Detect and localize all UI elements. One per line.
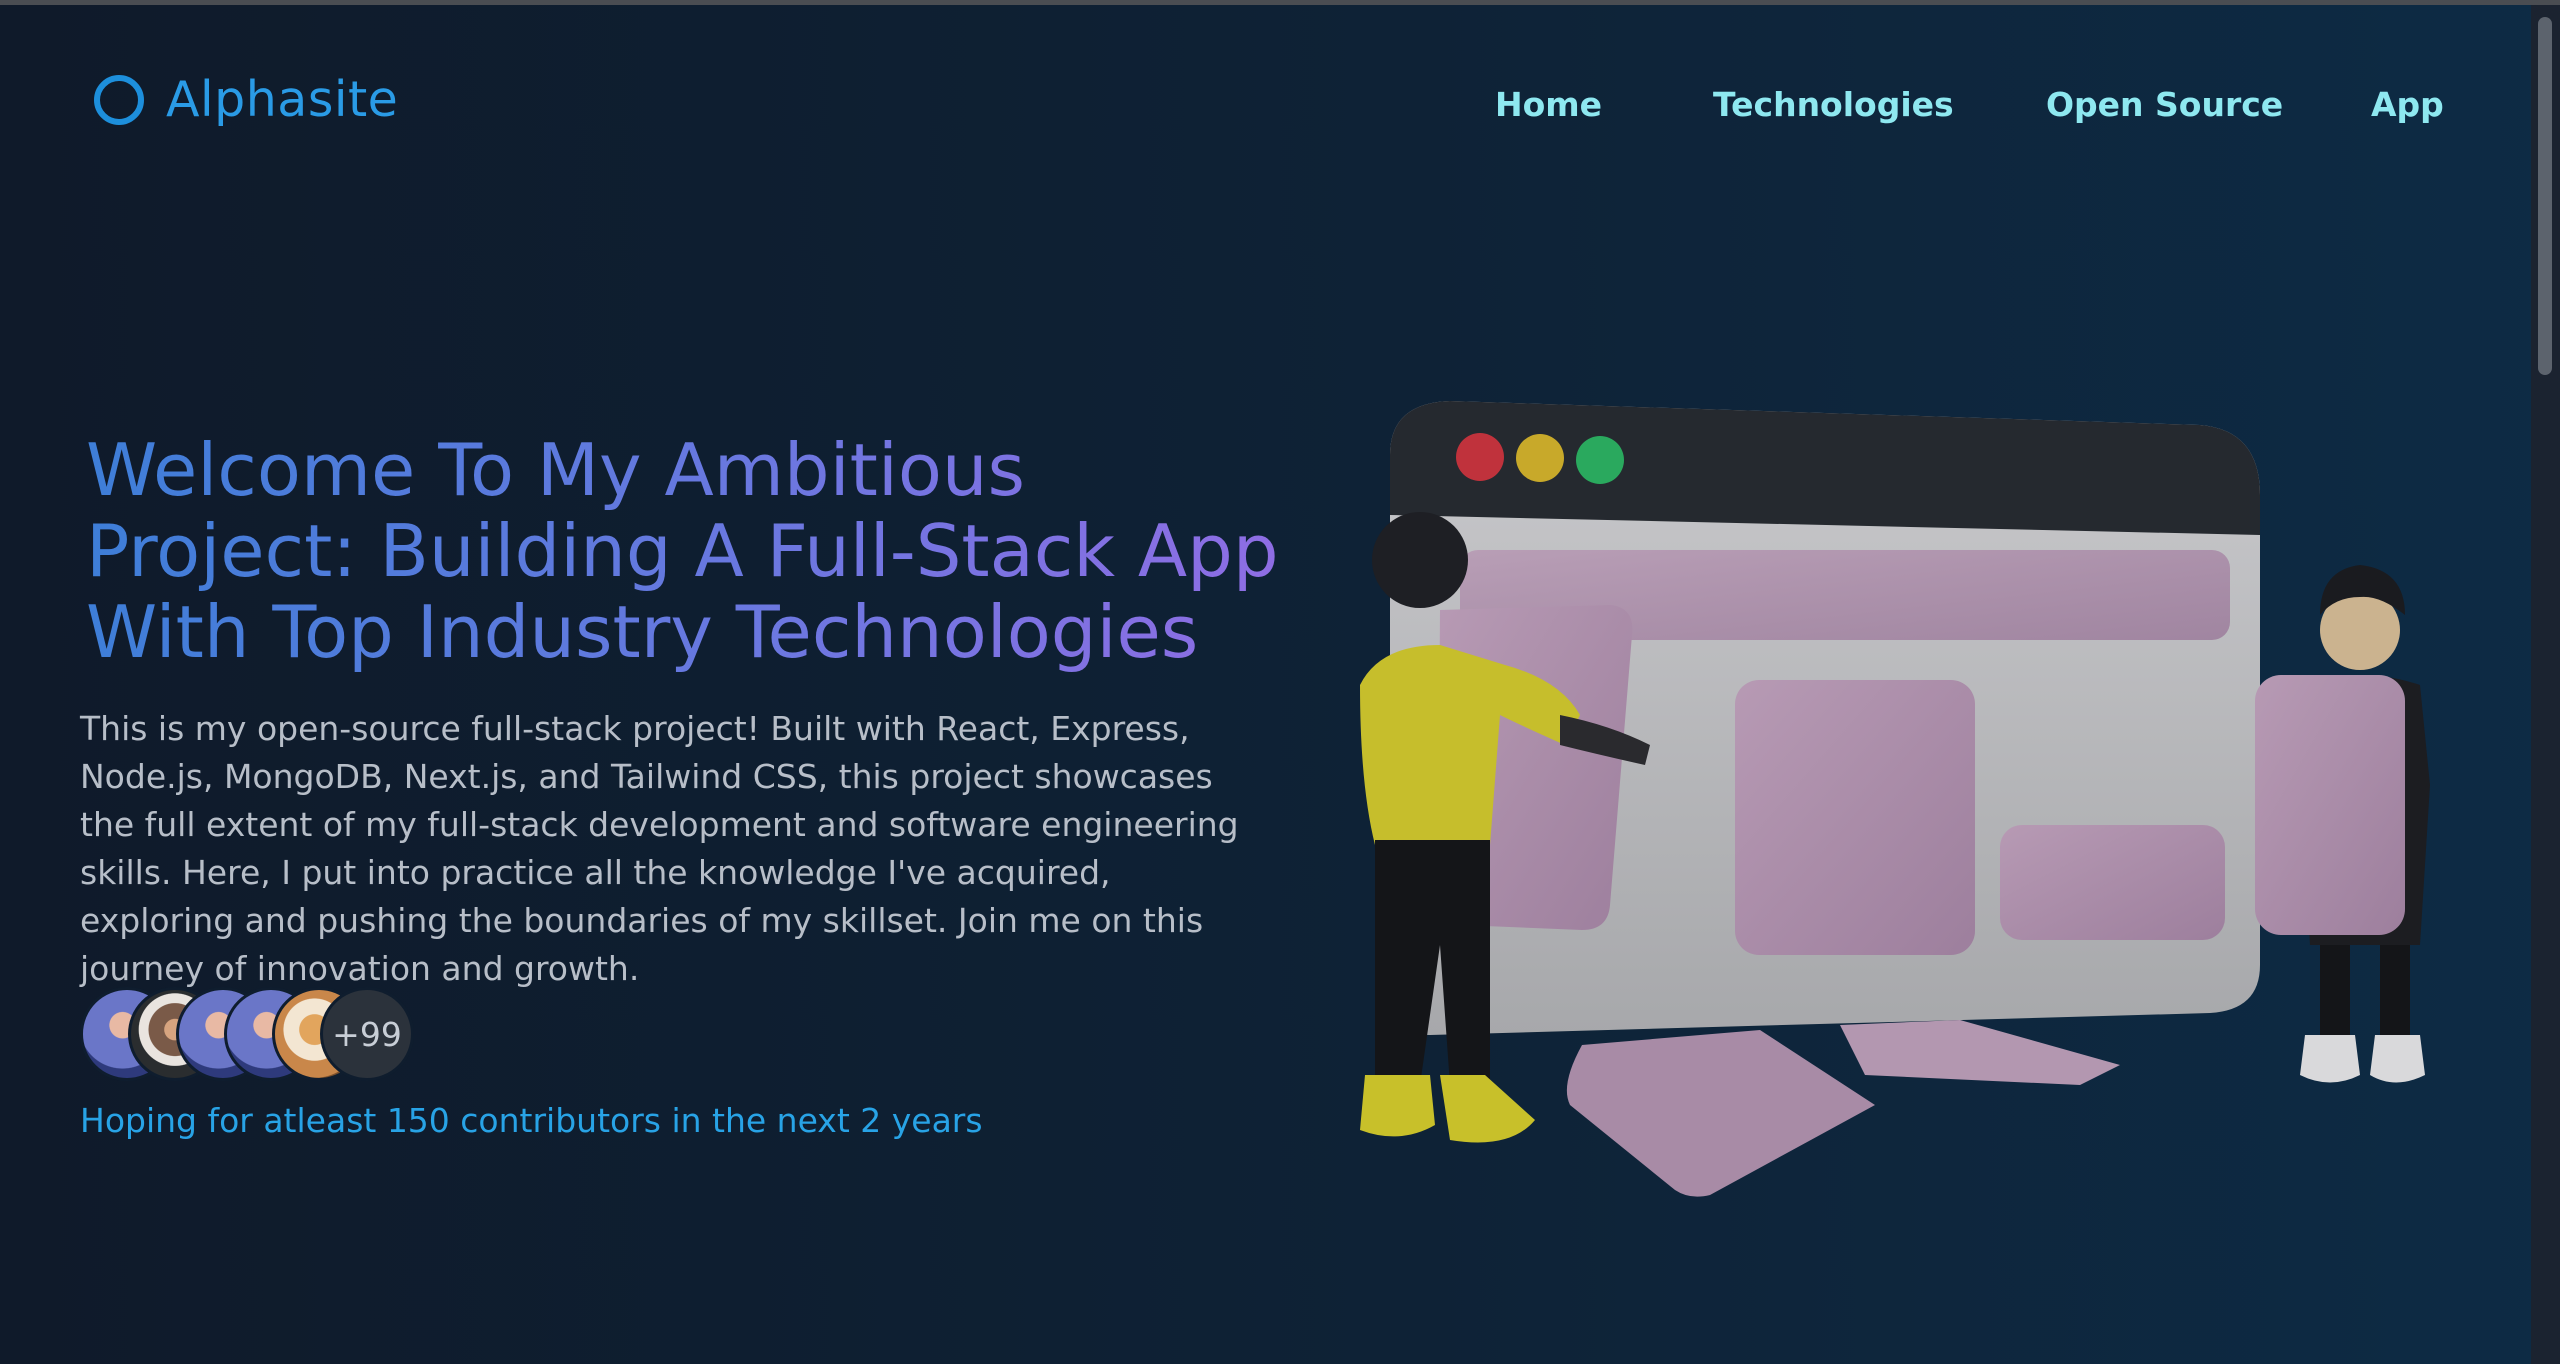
- nav-home[interactable]: Home: [1495, 85, 1602, 124]
- browser-window-illustration: [1390, 401, 2260, 1197]
- hero-title-line-1: Welcome To My Ambitious: [86, 428, 1026, 512]
- hero-illustration: [1360, 401, 2430, 1197]
- window-close-dot: [1456, 433, 1504, 481]
- hero-title-line-3: With Top Industry Technologies: [86, 590, 1199, 674]
- scrollbar-thumb[interactable]: [2538, 17, 2552, 375]
- window-minimize-dot: [1516, 434, 1564, 482]
- window-maximize-dot: [1576, 436, 1624, 484]
- hero-title: Welcome To My Ambitious Project: Buildin…: [86, 430, 1286, 673]
- hero-description: This is my open-source full-stack projec…: [80, 709, 1239, 988]
- brand-name: Alphasite: [166, 71, 399, 128]
- landing-page: Alphasite Home Technologies Open Source …: [0, 5, 2531, 1364]
- more-contributors-badge: +99: [320, 987, 414, 1081]
- nav-app[interactable]: App: [2371, 85, 2444, 124]
- nav-technologies[interactable]: Technologies: [1713, 85, 1954, 124]
- contributors-goal-text: Hoping for atleast 150 contributors in t…: [80, 1101, 983, 1140]
- nav-open-source[interactable]: Open Source: [2046, 85, 2283, 124]
- hero-title-line-2: Project: Building A Full-Stack App: [86, 509, 1279, 593]
- circle-ring-icon: [94, 74, 144, 125]
- brand-logo[interactable]: Alphasite: [94, 71, 398, 128]
- page-scrollbar[interactable]: [2531, 5, 2560, 1364]
- person-right-illustration: [2255, 565, 2430, 1083]
